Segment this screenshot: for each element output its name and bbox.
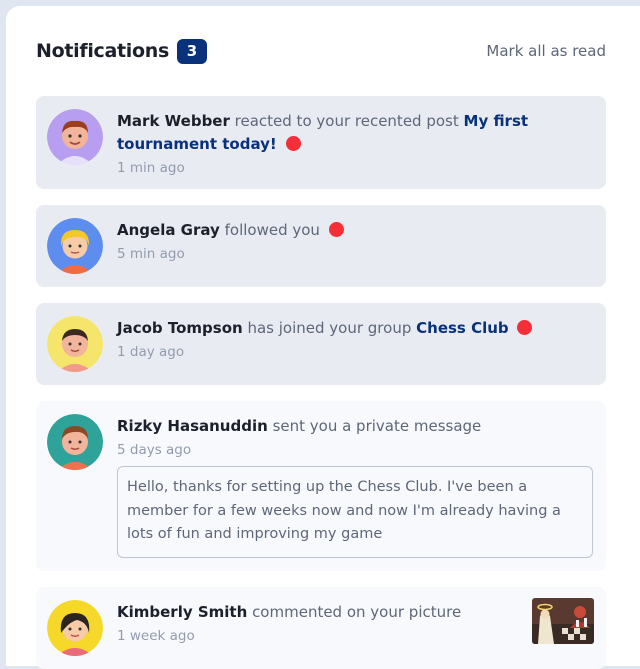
notification-content: Mark Webber reacted to your recented pos… <box>117 109 592 176</box>
notification-action: has joined your group <box>247 319 412 337</box>
avatar[interactable] <box>47 109 103 165</box>
notification-content: Angela Gray followed you 5 min ago <box>117 218 592 274</box>
notification-time: 5 min ago <box>117 246 185 262</box>
avatar[interactable] <box>47 316 103 372</box>
mark-all-as-read-link[interactable]: Mark all as read <box>486 42 606 60</box>
notification-text: Mark Webber reacted to your recented pos… <box>117 110 592 156</box>
private-message[interactable]: Hello, thanks for setting up the Chess C… <box>117 466 593 558</box>
notification-text: Jacob Tompson has joined your group Ches… <box>117 317 592 340</box>
notification-item[interactable]: Rizky Hasanuddin sent you a private mess… <box>36 401 606 571</box>
avatar[interactable] <box>47 218 103 274</box>
avatar-angela-icon <box>47 218 103 274</box>
notification-action: sent you a private message <box>272 417 482 435</box>
notification-list: Mark Webber reacted to your recented pos… <box>36 96 606 669</box>
notification-action: followed you <box>224 221 320 239</box>
avatar-mark-icon <box>47 109 103 165</box>
notification-time: 1 week ago <box>117 627 195 644</box>
user-name-link[interactable]: Mark Webber <box>117 112 230 130</box>
header: Notifications 3 Mark all as read <box>36 6 606 96</box>
notifications-card: Notifications 3 Mark all as read Mark We… <box>6 6 640 669</box>
notification-action: commented on your picture <box>252 602 462 621</box>
commented-picture-thumbnail[interactable] <box>532 597 594 644</box>
user-name-link[interactable]: Jacob Tompson <box>117 319 243 337</box>
notification-text: Kimberly Smith commented on your picture <box>117 601 592 624</box>
title-wrap: Notifications 3 <box>36 38 207 64</box>
user-name-link[interactable]: Kimberly Smith <box>117 603 247 621</box>
notification-content: Kimberly Smith commented on your picture… <box>117 600 592 656</box>
unread-count-badge: 3 <box>177 38 207 64</box>
avatar[interactable] <box>47 599 103 656</box>
chess-picture-icon <box>532 597 594 644</box>
notification-item[interactable]: Kimberly Smith commented on your picture… <box>36 586 606 669</box>
user-name-link[interactable]: Rizky Hasanuddin <box>117 417 268 435</box>
unread-dot <box>517 320 533 335</box>
avatar-kimberly-icon <box>47 599 103 656</box>
notification-content: Jacob Tompson has joined your group Ches… <box>117 316 592 372</box>
notification-time: 1 day ago <box>117 344 185 360</box>
notification-item[interactable]: Mark Webber reacted to your recented pos… <box>36 96 606 189</box>
notification-text: Angela Gray followed you <box>117 219 592 242</box>
notification-item[interactable]: Jacob Tompson has joined your group Ches… <box>36 303 606 385</box>
page-title: Notifications <box>36 40 169 62</box>
unread-dot <box>328 222 344 237</box>
notification-time: 1 min ago <box>117 160 185 176</box>
unread-dot <box>285 136 301 151</box>
notification-item[interactable]: Angela Gray followed you 5 min ago <box>36 205 606 287</box>
notification-time: 5 days ago <box>117 442 192 458</box>
user-name-link[interactable]: Angela Gray <box>117 221 220 239</box>
notification-content: Rizky Hasanuddin sent you a private mess… <box>117 414 593 558</box>
avatar-jacob-icon <box>47 316 103 372</box>
notification-text: Rizky Hasanuddin sent you a private mess… <box>117 415 593 438</box>
avatar-rizky-icon <box>47 414 103 470</box>
avatar[interactable] <box>47 414 103 470</box>
notification-action: reacted to your recented post <box>234 112 459 130</box>
group-link[interactable]: Chess Club <box>416 319 509 337</box>
